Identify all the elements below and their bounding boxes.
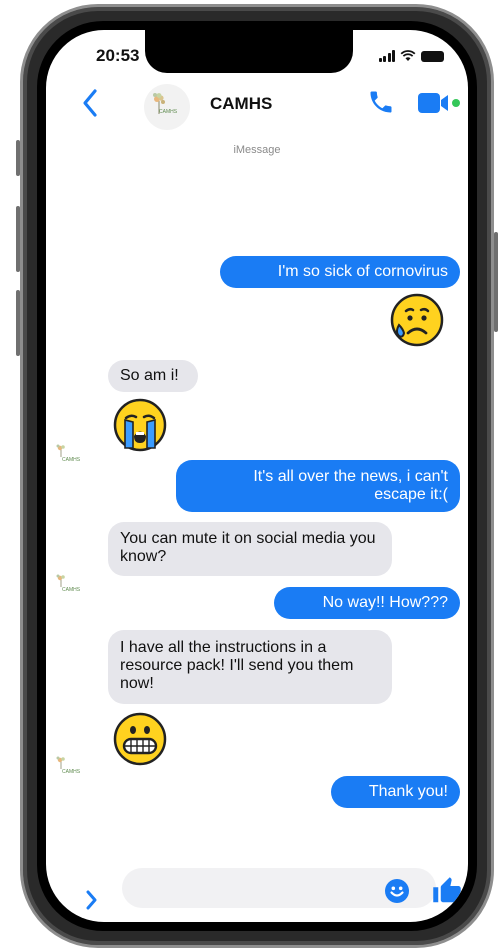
thumbs-up-icon[interactable] xyxy=(432,876,462,906)
service-label: iMessage xyxy=(233,144,281,156)
svg-text:CAMHS: CAMHS xyxy=(62,587,81,593)
contact-small-avatar-icon: CAMHS xyxy=(56,574,81,593)
wifi-icon xyxy=(400,50,416,61)
message-bubble-sent[interactable]: I'm so sick of cornovirus xyxy=(220,256,460,288)
message-bubble-received[interactable]: So am i! xyxy=(108,360,198,392)
contact-name[interactable]: CAMHS xyxy=(210,94,272,114)
message-bubble-received[interactable]: I have all the instructions in a resourc… xyxy=(108,630,392,704)
video-call-icon[interactable] xyxy=(418,92,464,114)
emoji-picker-icon[interactable] xyxy=(385,879,409,903)
phone-bezel: 20:53 CAMHS CAMHS iMessage I'm so sick o… xyxy=(37,21,477,931)
avatar-logo-text: CAMHS xyxy=(159,109,178,115)
grinning-emoji-icon[interactable] xyxy=(112,711,168,767)
contact-small-avatar-icon: CAMHS xyxy=(56,756,81,775)
back-chevron-icon[interactable] xyxy=(82,88,98,118)
contact-avatar[interactable]: CAMHS xyxy=(144,84,190,130)
sad-tear-emoji-icon[interactable] xyxy=(389,292,445,348)
signal-icon xyxy=(378,50,395,62)
phone-call-icon[interactable] xyxy=(367,88,395,116)
camhs-logo-icon xyxy=(153,93,165,114)
online-status-dot xyxy=(452,99,460,107)
message-bubble-sent[interactable]: No way!! How??? xyxy=(274,587,460,619)
status-time: 20:53 xyxy=(96,46,140,65)
svg-text:CAMHS: CAMHS xyxy=(62,457,81,463)
contact-small-avatar-icon: CAMHS xyxy=(56,444,81,463)
screen: 20:53 CAMHS CAMHS iMessage I'm so sick o… xyxy=(46,30,468,922)
message-bubble-sent[interactable]: It's all over the news, i can't escape i… xyxy=(176,460,460,512)
notch xyxy=(145,30,353,73)
crying-emoji-icon[interactable] xyxy=(111,396,169,454)
svg-text:CAMHS: CAMHS xyxy=(62,769,81,775)
status-icons xyxy=(378,50,444,62)
power-button xyxy=(494,232,498,332)
conversation-header: CAMHS CAMHS xyxy=(46,82,468,134)
message-bubble-sent[interactable]: Thank you! xyxy=(331,776,460,808)
expand-chevron-icon[interactable] xyxy=(86,890,98,910)
phone-frame: 20:53 CAMHS CAMHS iMessage I'm so sick o… xyxy=(20,4,494,948)
battery-icon xyxy=(421,51,444,62)
message-bubble-received[interactable]: You can mute it on social media you know… xyxy=(108,522,392,576)
